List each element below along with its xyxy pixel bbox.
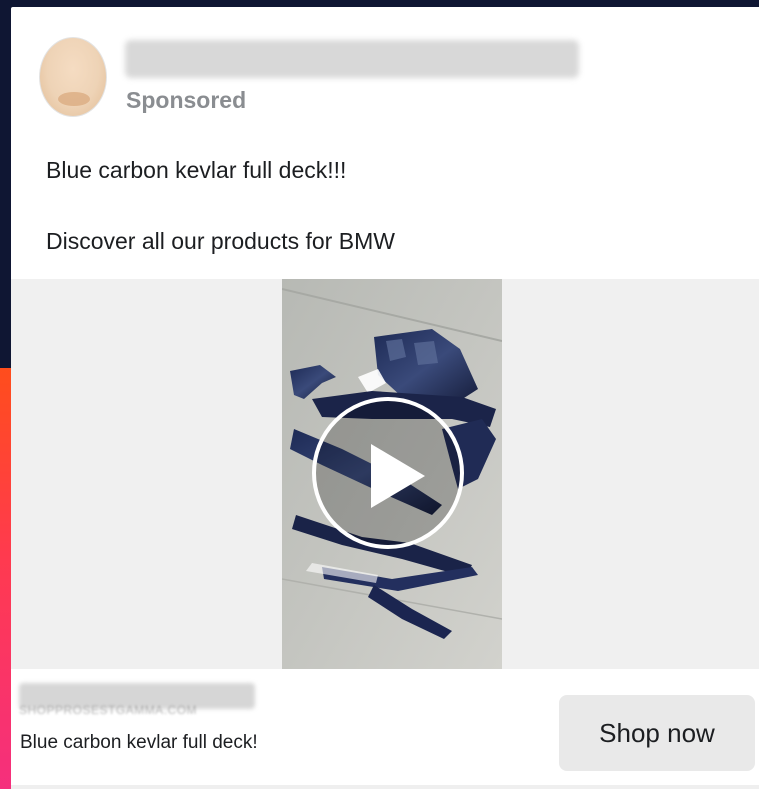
media-area [11, 279, 759, 669]
video-player[interactable] [282, 279, 502, 669]
play-icon [371, 444, 425, 508]
post-text-line-1: Blue carbon kevlar full deck!!! [46, 157, 347, 183]
page-avatar[interactable] [39, 37, 107, 117]
link-headline[interactable]: Blue carbon kevlar full deck! [20, 732, 258, 754]
link-domain: SHOPPROSESTGAMMA.COM [19, 703, 198, 717]
shop-now-button[interactable]: Shop now [559, 695, 755, 771]
left-accent-stripe [0, 368, 11, 789]
card-divider [11, 785, 759, 789]
post-text-line-2: Discover all our products for BMW [46, 228, 395, 254]
page-name-redacted[interactable] [125, 40, 579, 78]
avatar-image-detail [58, 92, 90, 106]
play-button[interactable] [312, 397, 464, 549]
sponsored-post-card: Sponsored Blue carbon kevlar full deck!!… [11, 7, 759, 789]
link-footer[interactable]: SHOPPROSESTGAMMA.COM Blue carbon kevlar … [11, 669, 759, 789]
sponsored-label[interactable]: Sponsored [126, 87, 246, 114]
ad-screenshot: Sponsored Blue carbon kevlar full deck!!… [0, 0, 759, 789]
